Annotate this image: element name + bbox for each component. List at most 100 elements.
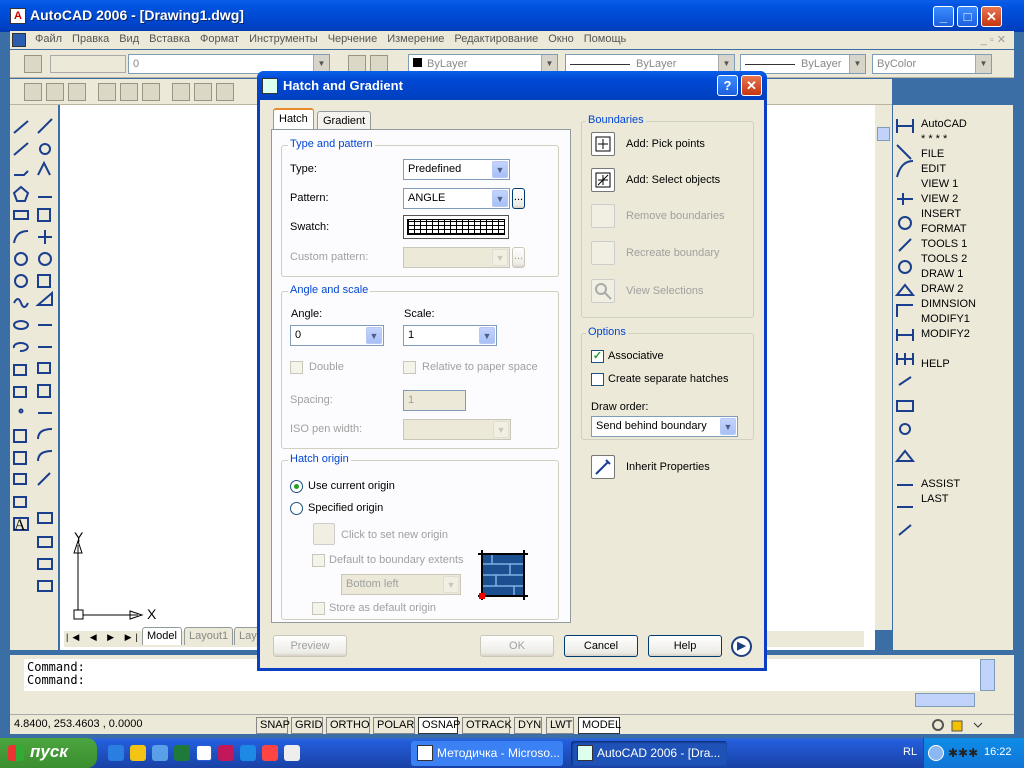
tray-app-icons[interactable]: ✱✱✱	[948, 746, 984, 760]
publish-icon[interactable]	[142, 83, 160, 101]
view-selections-icon[interactable]	[591, 279, 615, 303]
plot-icon[interactable]	[98, 83, 116, 101]
screen-menu-item[interactable]: EDIT	[921, 162, 976, 177]
recreate-boundary-label[interactable]: Recreate boundary	[626, 247, 720, 259]
mdi-controls[interactable]: _ ▫ ✕	[981, 33, 1006, 46]
click-set-origin-icon[interactable]	[313, 523, 335, 545]
spacing-input[interactable]: 1	[403, 390, 466, 411]
language-indicator[interactable]: RL	[903, 746, 917, 758]
remove-boundaries-icon[interactable]	[591, 204, 615, 228]
tray-expand-icon[interactable]	[928, 745, 944, 761]
quicklaunch-icon-9[interactable]	[284, 745, 300, 761]
recreate-boundary-icon[interactable]	[591, 241, 615, 265]
pick-points-label[interactable]: Add: Pick points	[626, 138, 705, 150]
command-hscroll[interactable]	[915, 693, 975, 707]
status-toggle-lwt[interactable]: LWT	[546, 717, 574, 734]
autocad-app-icon[interactable]: A	[10, 8, 26, 24]
pattern-browse-button[interactable]: ...	[512, 188, 525, 209]
maximize-button[interactable]: □	[957, 6, 978, 27]
minimize-button[interactable]: _	[933, 6, 954, 27]
select-objects-label[interactable]: Add: Select objects	[626, 174, 720, 186]
menu-item[interactable]: Вид	[114, 31, 144, 47]
paste-icon[interactable]	[216, 83, 234, 101]
start-button[interactable]: пуск	[0, 738, 97, 768]
word-quicklaunch-icon[interactable]	[196, 745, 212, 761]
quicklaunch-icon-6[interactable]	[218, 745, 234, 761]
cancel-button[interactable]: Cancel	[564, 635, 638, 657]
menu-item[interactable]: Правка	[67, 31, 114, 47]
task-autocad[interactable]: AutoCAD 2006 - [Dra...	[571, 741, 727, 766]
swatch-preview[interactable]	[403, 215, 509, 239]
dialog-close-button[interactable]: ✕	[741, 75, 762, 96]
excel-quicklaunch-icon[interactable]	[174, 745, 190, 761]
plot-preview-icon[interactable]	[120, 83, 138, 101]
ie-quicklaunch-icon[interactable]	[108, 745, 124, 761]
quicklaunch-icon-3[interactable]	[152, 745, 168, 761]
screen-menu-item[interactable]: TOOLS 2	[921, 252, 976, 267]
ok-button[interactable]: OK	[480, 635, 554, 657]
menu-item[interactable]: Измерение	[382, 31, 449, 47]
command-scrollbar[interactable]	[980, 659, 995, 691]
tab-layout1[interactable]: Layout1	[184, 627, 234, 645]
status-toggle-dyn[interactable]: DYN	[514, 717, 542, 734]
draw-order-dropdown[interactable]: Send behind boundary ▼	[591, 416, 738, 437]
iso-pen-width-dropdown[interactable]: ▼	[403, 419, 511, 440]
more-options-icon[interactable]: ▶	[731, 636, 752, 657]
screen-menu-item[interactable]: FILE	[921, 147, 976, 162]
pick-points-icon[interactable]	[591, 132, 615, 156]
angle-dropdown[interactable]: 0 ▼	[290, 325, 384, 346]
menu-item[interactable]: Файл	[30, 31, 67, 47]
screen-menu-item[interactable]: DRAW 2	[921, 282, 976, 297]
close-button[interactable]: ✕	[981, 6, 1002, 27]
screen-menu-item[interactable]: DIMNSION	[921, 297, 976, 312]
select-objects-icon[interactable]	[591, 168, 615, 192]
quicklaunch-icon-2[interactable]	[130, 745, 146, 761]
status-toggle-osnap[interactable]: OSNAP	[418, 717, 461, 734]
origin-position-dropdown[interactable]: Bottom left ▼	[341, 574, 461, 595]
screen-menu-item[interactable]: TOOLS 1	[921, 237, 976, 252]
inherit-properties-icon[interactable]	[591, 455, 615, 479]
menu-item[interactable]: Вставка	[144, 31, 195, 47]
inherit-properties-label[interactable]: Inherit Properties	[626, 461, 710, 473]
dimension-toolbar-icons[interactable]	[893, 115, 919, 555]
save-icon[interactable]	[68, 83, 86, 101]
specified-origin-radio[interactable]	[290, 502, 303, 515]
menu-item[interactable]: Формат	[195, 31, 244, 47]
help-button[interactable]: Help	[648, 635, 722, 657]
status-toggle-model[interactable]: MODEL	[578, 717, 621, 734]
tab-gradient[interactable]: Gradient	[317, 111, 372, 130]
clock[interactable]: 16:22	[984, 746, 1012, 758]
tab-model[interactable]: Model	[142, 627, 182, 645]
plotstyle-combo[interactable]: ByColor ▼	[872, 54, 992, 74]
screen-menu-item[interactable]: DRAW 1	[921, 267, 976, 282]
menu-item[interactable]: Окно	[543, 31, 579, 47]
screen-menu-item[interactable]: HELP	[921, 357, 976, 372]
screen-menu-item[interactable]: INSERT	[921, 207, 976, 222]
open-file-icon[interactable]	[46, 83, 64, 101]
custom-browse-button[interactable]: ...	[512, 247, 525, 268]
status-toggle-snap[interactable]: SNAP	[256, 717, 290, 734]
use-current-origin-radio[interactable]	[290, 480, 303, 493]
status-toggle-otrack[interactable]: OTRACK	[462, 717, 512, 734]
tray-settings-icons[interactable]	[930, 717, 990, 733]
screen-menu-item[interactable]: * * * *	[921, 132, 976, 147]
screen-menu-item[interactable]: FORMAT	[921, 222, 976, 237]
draw-toolbar-icons[interactable]: A	[10, 105, 58, 650]
layer-manager-icon[interactable]	[24, 55, 42, 73]
status-toggle-grid[interactable]: GRID	[291, 717, 323, 734]
scale-dropdown[interactable]: 1 ▼	[403, 325, 497, 346]
associative-checkbox[interactable]: ✓	[591, 350, 604, 363]
screen-menu-item[interactable]: ASSIST	[921, 477, 976, 492]
quicklaunch-icon-8[interactable]	[262, 745, 278, 761]
copy-icon[interactable]	[194, 83, 212, 101]
coordinate-readout[interactable]: 4.8400, 253.4603 , 0.0000	[14, 718, 142, 730]
default-boundary-checkbox[interactable]	[312, 554, 325, 567]
status-toggle-ortho[interactable]: ORTHO	[326, 717, 370, 734]
scroll-thumb[interactable]	[877, 127, 890, 141]
menu-item[interactable]: Черчение	[323, 31, 383, 47]
screen-menu-item[interactable]: AutoCAD	[921, 117, 976, 132]
screen-menu-item[interactable]: VIEW 2	[921, 192, 976, 207]
canvas-vertical-scrollbar[interactable]	[875, 105, 892, 630]
screen-menu-item[interactable]: LAST	[921, 492, 976, 507]
layer-state-icons[interactable]	[50, 55, 126, 73]
